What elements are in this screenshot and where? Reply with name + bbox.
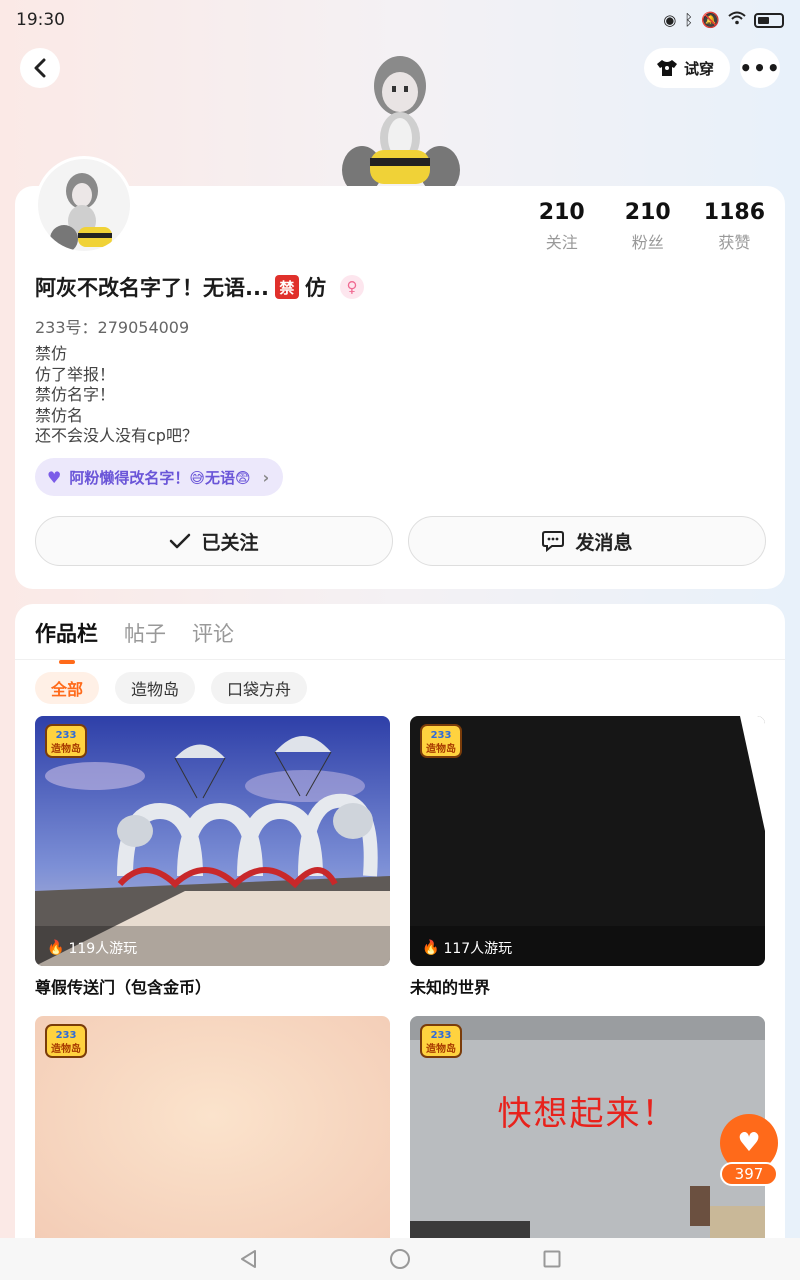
bio-line: 禁仿 [35, 344, 68, 363]
filter-all[interactable]: 全部 [35, 672, 100, 704]
logo-text-bottom: 造物岛 [426, 1042, 456, 1055]
stat-likes[interactable]: 1186 获赞 [704, 200, 765, 253]
play-count: 🔥 117人游玩 [422, 938, 512, 958]
bluetooth-icon: ᛒ [684, 11, 694, 29]
stats-row: 210 关注 210 粉丝 1186 获赞 [532, 200, 765, 253]
like-float-button[interactable]: ♥ 397 [720, 1114, 778, 1186]
bio-line: 还不会没人没有cp吧？ [35, 426, 198, 445]
follow-label: 已关注 [201, 531, 259, 554]
system-nav-bar [0, 1238, 800, 1280]
profile-avatar[interactable] [35, 156, 133, 254]
filter-pocket-ark[interactable]: 口袋方舟 [211, 672, 308, 704]
logo-text-bottom: 造物岛 [51, 742, 81, 755]
play-count: 🔥 119人游玩 [47, 938, 137, 958]
nickname-row: 阿灰不改名字了！无语... 禁 仿 ♀ [35, 272, 364, 302]
logo-text-top: 233 [431, 730, 452, 741]
bio-line: 仿了举报！ [35, 364, 116, 384]
circle-home-icon [390, 1249, 410, 1269]
work-thumbnail: 233 造物岛 🔥 119人游玩 [35, 716, 390, 966]
profile-card: 210 关注 210 粉丝 1186 获赞 阿灰不改名字了！无语... 禁 仿 … [15, 156, 785, 589]
bio-line: 禁仿名 [35, 405, 84, 425]
stat-following[interactable]: 210 关注 [532, 200, 592, 253]
work-thumbnail: 快想起来！ 233 造物岛 [410, 1016, 765, 1266]
stat-label: 粉丝 [631, 233, 664, 252]
logo-text-top: 233 [56, 730, 77, 741]
tabs: 作品栏 帖子 评论 [35, 618, 234, 648]
eye-icon: ◉ [663, 11, 677, 29]
stat-value: 1186 [703, 200, 765, 225]
message-label: 发消息 [575, 531, 633, 554]
message-button[interactable]: 发消息 [408, 516, 766, 566]
work-title: 未知的世界 [410, 978, 491, 997]
logo-text-bottom: 造物岛 [51, 1042, 81, 1055]
creation-island-logo: 233 造物岛 [45, 1024, 87, 1058]
chat-icon [542, 531, 565, 552]
tab-works[interactable]: 作品栏 [35, 618, 98, 648]
stat-value: 210 [624, 200, 671, 225]
try-on-label: 试穿 [683, 59, 714, 78]
battery-icon [754, 12, 784, 28]
creation-island-logo: 233 造物岛 [420, 724, 462, 758]
bio-line: 禁仿名字！ [35, 385, 116, 404]
stat-label: 关注 [545, 233, 578, 252]
shirt-icon [656, 60, 677, 76]
status-time: 19:30 [16, 10, 65, 30]
filter-creation-island[interactable]: 造物岛 [115, 672, 196, 704]
logo-text-top: 233 [431, 1030, 452, 1041]
status-icons: ◉ ᛒ 🔕 [663, 11, 784, 29]
fan-chip-label: 阿粉懒得改名字！😅无语😨 [69, 468, 251, 487]
fan-group-chip[interactable]: ♥ 阿粉懒得改名字！😅无语😨 › [35, 458, 284, 496]
status-bar: 19:30 ◉ ᛒ 🔕 [0, 0, 800, 40]
divider [15, 659, 785, 660]
work-thumbnail: 233 造物岛 [35, 1016, 390, 1266]
nav-back-button[interactable] [237, 1248, 259, 1270]
nickname-suffix: 仿 [304, 276, 326, 300]
flame-icon: 🔥 [47, 940, 65, 956]
user-id: 233号：279054009 [35, 318, 190, 337]
logo-text-top: 233 [56, 1030, 77, 1041]
like-count: 397 [720, 1162, 778, 1186]
filter-chips: 全部 造物岛 口袋方舟 [35, 672, 308, 704]
tab-posts[interactable]: 帖子 [124, 618, 166, 648]
nav-home-button[interactable] [389, 1248, 411, 1270]
bio: 禁仿 仿了举报！ 禁仿名字！ 禁仿名 还不会没人没有cp吧？ [35, 344, 198, 447]
more-icon: ••• [739, 56, 781, 80]
check-icon [170, 533, 191, 549]
triangle-back-icon [241, 1250, 256, 1268]
work-thumbnail: 233 造物岛 🔥 117人游玩 [410, 716, 765, 966]
action-row: 已关注 发消息 [35, 516, 766, 566]
work-card[interactable]: 233 造物岛 🔥 119人游玩 尊假传送门（包含金币） [35, 716, 390, 998]
wifi-icon [728, 11, 746, 29]
heart-icon: ♥ [47, 467, 62, 487]
play-count-text: 119人游玩 [68, 941, 138, 957]
stat-label: 获赞 [718, 233, 751, 252]
more-button[interactable]: ••• [739, 48, 781, 88]
work-card[interactable]: 233 造物岛 [35, 1016, 390, 1266]
stat-value: 210 [538, 200, 585, 225]
work-card[interactable]: 233 造物岛 🔥 117人游玩 未知的世界 [410, 716, 765, 998]
play-count-text: 117人游玩 [443, 941, 513, 957]
chevron-left-icon [34, 58, 46, 78]
work-title: 尊假传送门（包含金币） [35, 978, 212, 997]
female-icon: ♀ [339, 275, 364, 299]
back-button[interactable] [20, 48, 60, 88]
ban-badge: 禁 [274, 275, 299, 299]
try-on-button[interactable]: 试穿 [643, 48, 730, 88]
nickname: 阿灰不改名字了！无语... [35, 276, 269, 300]
creation-island-logo: 233 造物岛 [420, 1024, 462, 1058]
thumbnail-overlay-text: 快想起来！ [497, 1094, 678, 1134]
square-recents-icon [543, 1250, 561, 1268]
hero-avatar-figure [340, 38, 460, 194]
tab-comments[interactable]: 评论 [192, 618, 234, 648]
stat-followers[interactable]: 210 粉丝 [618, 200, 678, 253]
flame-icon: 🔥 [422, 940, 440, 956]
chevron-right-icon: › [262, 467, 270, 487]
nav-recents-button[interactable] [541, 1248, 563, 1270]
work-card[interactable]: 快想起来！ 233 造物岛 [410, 1016, 765, 1266]
follow-button[interactable]: 已关注 [35, 516, 393, 566]
mute-icon: 🔕 [701, 11, 720, 29]
creation-island-logo: 233 造物岛 [45, 724, 87, 758]
logo-text-bottom: 造物岛 [426, 742, 456, 755]
works-panel: 作品栏 帖子 评论 全部 造物岛 口袋方舟 233 造物岛 🔥 119人游玩 尊… [15, 604, 785, 1280]
